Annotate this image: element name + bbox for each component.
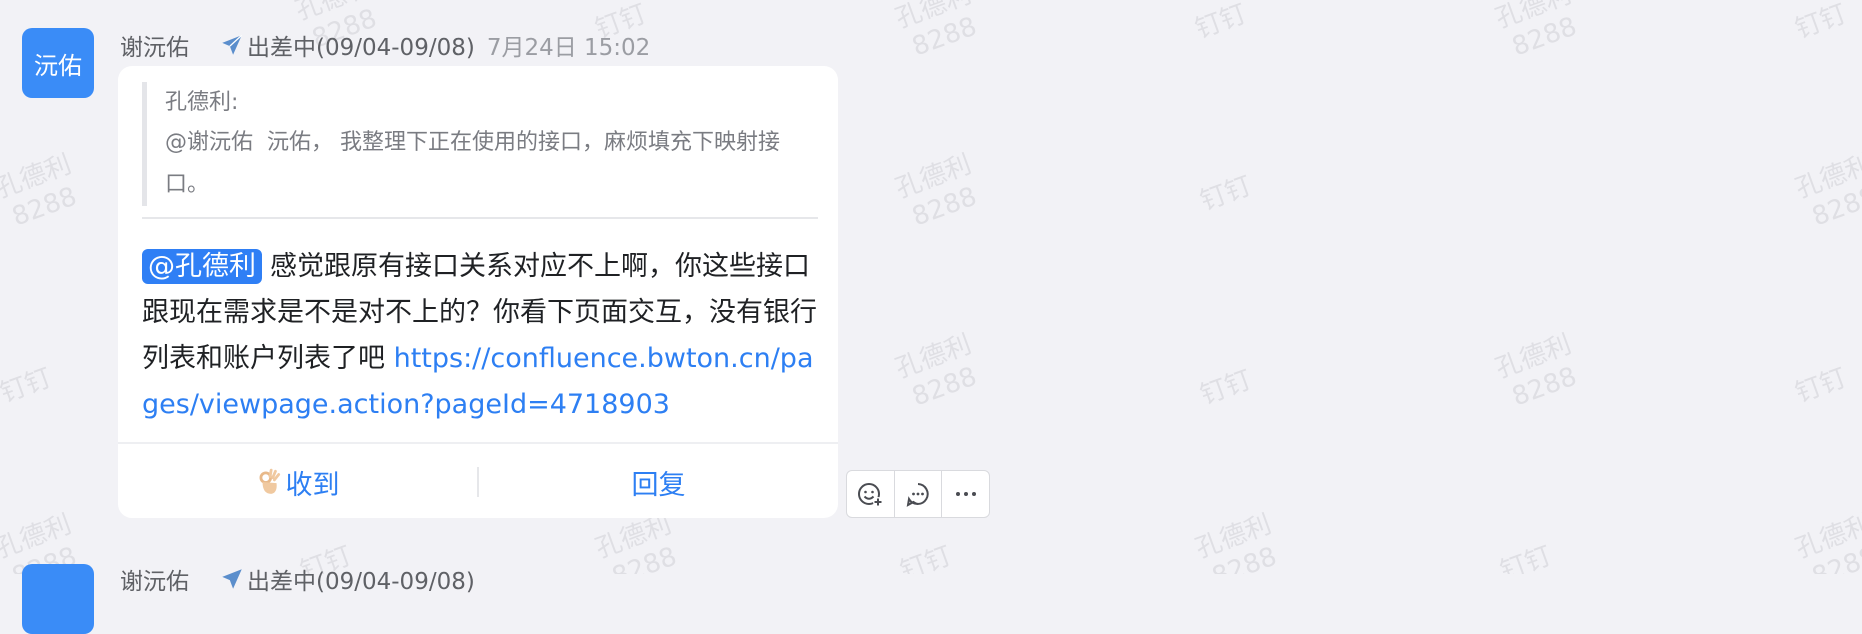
emoji-reaction-button[interactable] — [847, 471, 895, 517]
status-label: 出差中(09/04-09/08) — [247, 35, 475, 61]
more-button[interactable] — [942, 471, 989, 517]
next-status-text: 出差中(09/04-09/08) — [219, 562, 475, 596]
sender-name[interactable]: 谢沅佑 — [120, 28, 189, 62]
message-timestamp: 7月24日 15:02 — [486, 35, 651, 61]
reply-button[interactable]: 回复 — [479, 444, 838, 518]
next-message-header: 谢沅佑 出差中(09/04-09/08) — [120, 562, 487, 596]
message-bubble[interactable]: 孔德利: @谢沅佑 沅佑， 我整理下正在使用的接口，麻烦填充下映射接口。 @孔德… — [118, 66, 838, 518]
avatar-text: 沅佑 — [34, 51, 82, 80]
more-icon — [955, 492, 976, 496]
next-sender-avatar[interactable] — [22, 564, 94, 634]
quoted-message[interactable]: 孔德利: @谢沅佑 沅佑， 我整理下正在使用的接口，麻烦填充下映射接口。 — [142, 82, 819, 206]
mention-tag[interactable]: @孔德利 — [142, 249, 262, 284]
quote-text: 沅佑， 我整理下正在使用的接口，麻烦填充下映射接口。 — [165, 130, 781, 197]
message-actions: 收到 回复 — [118, 442, 838, 518]
quote-author: 孔德利: — [165, 90, 239, 115]
comment-icon — [906, 483, 929, 507]
comment-button[interactable] — [895, 471, 943, 517]
sender-avatar[interactable]: 沅佑 — [22, 28, 94, 98]
ok-hand-icon — [259, 468, 280, 494]
message-text: @孔德利 感觉跟原有接口关系对应不上啊，你这些接口跟现在需求是不是对不上的？你看下… — [142, 244, 822, 428]
acknowledge-button[interactable]: 收到 — [118, 444, 477, 518]
next-status-label: 出差中(09/04-09/08) — [247, 569, 475, 595]
status-text: 出差中(09/04-09/08) — [219, 28, 475, 62]
reply-label: 回复 — [631, 469, 686, 501]
watermark-name: 孔德利 — [292, 0, 376, 26]
airplane-icon — [222, 569, 242, 589]
quote-divider — [142, 217, 818, 219]
hover-toolbar — [846, 470, 990, 518]
quote-mention: @谢沅佑 — [165, 130, 254, 155]
message-header: 谢沅佑 出差中(09/04-09/08) 7月24日 15:02 — [120, 28, 650, 62]
acknowledge-label: 收到 — [285, 469, 340, 501]
quote-content: @谢沅佑 沅佑， 我整理下正在使用的接口，麻烦填充下映射接口。 — [165, 122, 819, 206]
emoji-add-icon — [858, 483, 884, 507]
airplane-icon — [222, 34, 243, 55]
next-sender-name[interactable]: 谢沅佑 — [120, 562, 189, 596]
